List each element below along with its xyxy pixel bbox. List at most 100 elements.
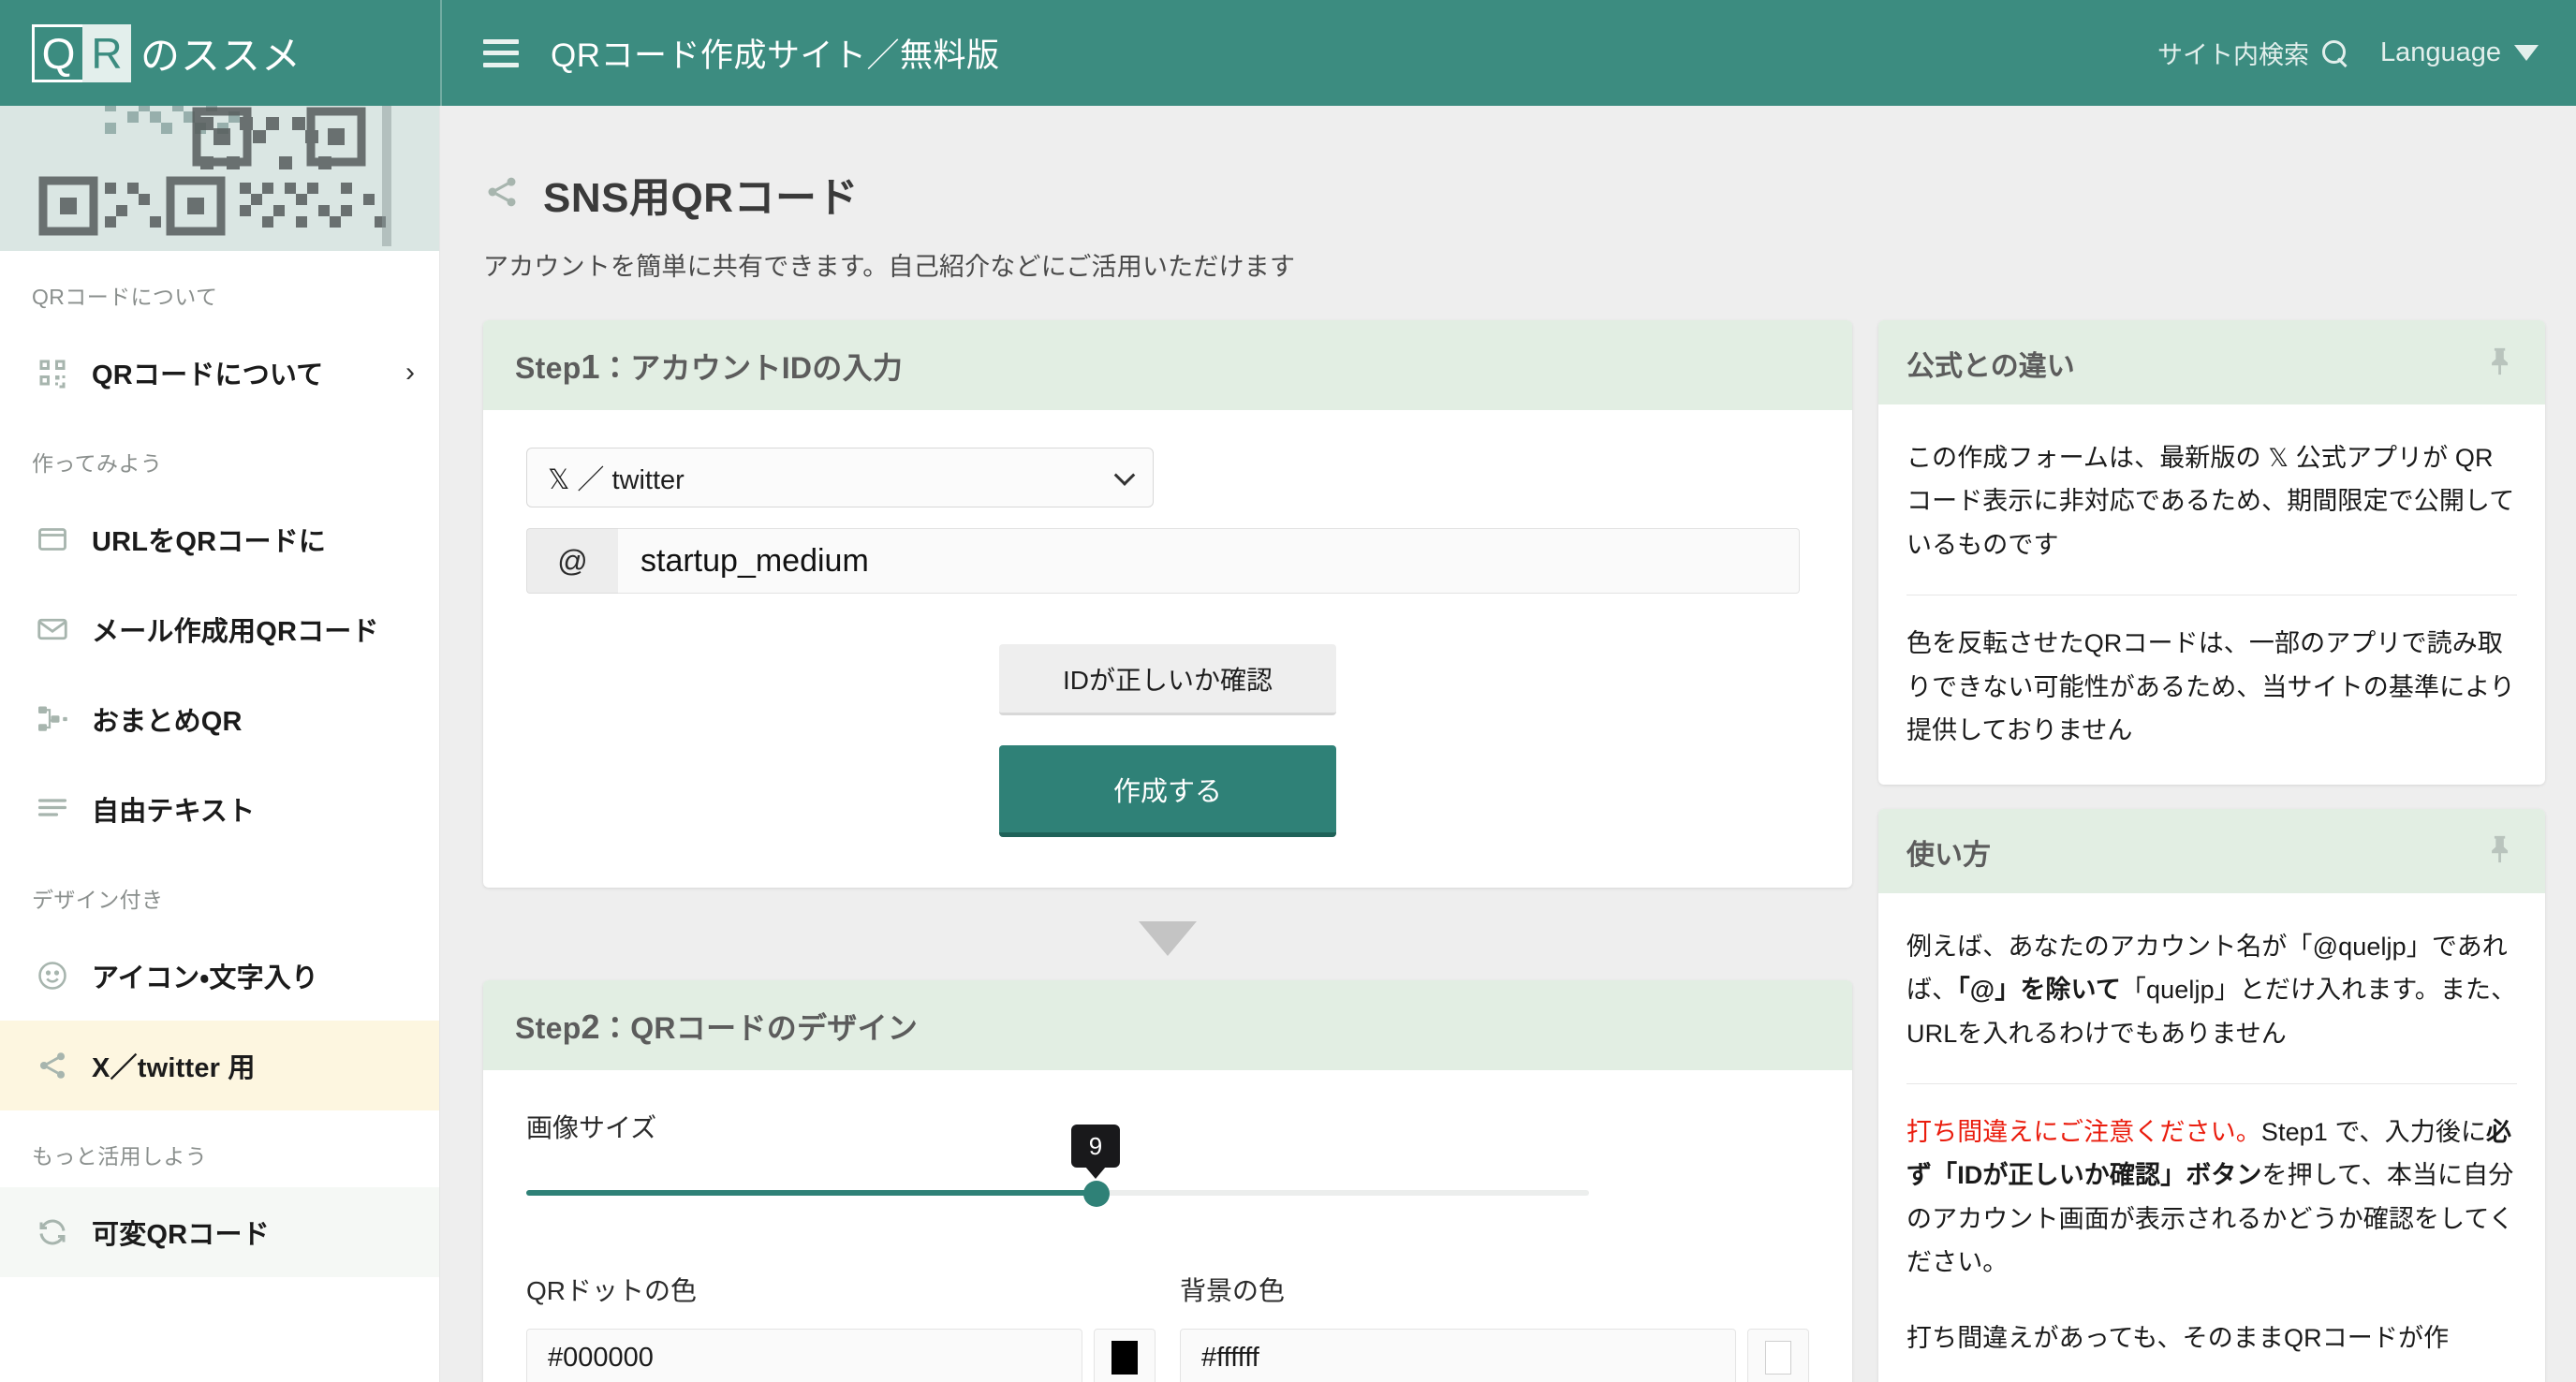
sidebar-item-label: メール作成用QRコード (92, 617, 379, 647)
usage-p2-part-a: Step1 で、入力後に (2260, 1117, 2487, 1146)
bg-color-swatch-button[interactable] (1747, 1329, 1809, 1382)
search-icon (2321, 39, 2348, 66)
sidebar-item-dynamic-qr[interactable]: 可変QRコード (0, 1187, 439, 1277)
step1-card: Step1：アカウントIDの入力 𝕏 ／ twitter @ startup_m… (483, 320, 1852, 888)
sidebar-item-bundle-qr[interactable]: おまとめQR (0, 674, 439, 764)
sidebar-group-label-create: 作ってみよう (32, 451, 163, 476)
share-nodes-icon (483, 173, 521, 215)
step1-buttons: IDが正しいか確認 作成する (526, 644, 1809, 837)
text-lines-icon (32, 792, 73, 826)
step-flow-arrow (483, 888, 1852, 980)
sidebar-group-label-more: もっと活用しよう (32, 1144, 208, 1169)
page-title: SNS用QRコード (483, 164, 2576, 224)
sidebar-item-label: おまとめQR (92, 707, 243, 737)
logo-letter-r: R (82, 23, 131, 82)
service-select-value: 𝕏 ／ twitter (548, 465, 684, 495)
sidebar-item-label: 自由テキスト (92, 797, 256, 827)
step2-title: Step2：QRコードのデザイン (515, 1005, 918, 1048)
refresh-sync-icon (32, 1215, 73, 1249)
sidebar-item-free-text[interactable]: 自由テキスト (0, 764, 439, 854)
page-head: SNS用QRコード アカウントを簡単に共有できます。自己紹介などにご活用いただけ… (441, 106, 2576, 283)
pushpin-icon[interactable] (2485, 833, 2517, 870)
usage-p1-part-b: 「@」を除いて (1957, 976, 2121, 1005)
bg-color-swatch (1765, 1341, 1791, 1375)
service-select[interactable]: 𝕏 ／ twitter (526, 448, 1154, 507)
step1-card-header: Step1：アカウントIDの入力 (483, 320, 1852, 410)
sidebar-item-label: QRコードについて (92, 360, 324, 390)
left-column: Step1：アカウントIDの入力 𝕏 ／ twitter @ startup_m… (483, 320, 1852, 1382)
qrcode-icon (32, 356, 73, 390)
official-difference-header: 公式との違い (1878, 320, 2545, 404)
language-label: Language (2379, 37, 2501, 67)
step2-step-label: QRコードのデザイン (630, 1011, 919, 1045)
usage-title: 使い方 (1906, 839, 1991, 871)
logo-letter-q: Q (32, 23, 82, 82)
step1-separator: ： (599, 351, 631, 385)
step1-step-word: Step (515, 351, 581, 385)
step2-card-body: 画像サイズ 9 QRドットの色 #000000 背景の色 #ffffff (483, 1070, 1852, 1382)
logo-zone[interactable]: Q R のススメ (0, 0, 440, 106)
dot-color-group: QRドットの色 #000000 (526, 1271, 1156, 1382)
sidebar-group-label-about: QRコードについて (32, 285, 218, 309)
site-search-button[interactable]: サイト内検索 (2157, 35, 2348, 71)
logo-wordmark: のススメ (140, 34, 302, 78)
step2-step-number: 2 (581, 1007, 600, 1046)
step2-card: Step2：QRコードのデザイン 画像サイズ 9 QRドットの色 #000000… (483, 980, 1852, 1382)
triangle-down-icon (1139, 921, 1197, 956)
language-selector[interactable]: Language (2380, 37, 2539, 68)
dot-color-input[interactable]: #000000 (526, 1329, 1082, 1382)
usage-paragraph-1: 例えば、あなたのアカウント名が「@queljp」であれば、「@」を除いて「que… (1906, 925, 2517, 1055)
account-id-input[interactable]: startup_medium (618, 528, 1800, 594)
sidebar: QRコードについて QRコードについて › 作ってみよう URLをQRコードに … (0, 106, 440, 1382)
browser-window-icon (32, 522, 73, 556)
create-button[interactable]: 作成する (999, 745, 1336, 837)
sidebar-item-label: 可変QRコード (92, 1220, 270, 1250)
logo-qr-mark: Q R (32, 23, 131, 82)
official-difference-panel: 公式との違い この作成フォームは、最新版の 𝕏 公式アプリが QRコード表示に非… (1878, 320, 2545, 785)
dot-color-swatch-button[interactable] (1094, 1329, 1156, 1382)
sidebar-item-mail-qr[interactable]: メール作成用QRコード (0, 584, 439, 674)
usage-body: 例えば、あなたのアカウント名が「@queljp」であれば、「@」を除いて「que… (1878, 893, 2545, 1382)
dot-color-label: QRドットの色 (526, 1276, 698, 1305)
step2-separator: ： (599, 1011, 631, 1045)
chevron-down-icon (2514, 45, 2539, 61)
usage-header: 使い方 (1878, 808, 2545, 893)
image-size-slider[interactable]: 9 (526, 1125, 1809, 1209)
slider-thumb[interactable] (1083, 1181, 1110, 1207)
sidebar-item-about-qr[interactable]: QRコードについて › (0, 328, 439, 418)
site-search-label: サイト内検索 (2156, 41, 2309, 69)
usage-paragraph-3: 打ち間違えがあっても、そのままQRコードが作 (1906, 1323, 2450, 1352)
step2-step-word: Step (515, 1011, 581, 1045)
step1-step-number: 1 (581, 347, 600, 386)
header-actions: サイト内検索 Language (2157, 35, 2576, 71)
step1-title: Step1：アカウントIDの入力 (515, 345, 903, 388)
step1-step-label: アカウントIDの入力 (630, 351, 904, 385)
chevron-down-icon (1113, 464, 1136, 486)
bg-color-input[interactable]: #ffffff (1180, 1329, 1736, 1382)
sidebar-item-url-to-qr[interactable]: URLをQRコードに (0, 494, 439, 584)
step2-card-header: Step2：QRコードのデザイン (483, 980, 1852, 1070)
usage-warning-text: 打ち間違えにご注意ください。 (1906, 1117, 2261, 1146)
site-logo[interactable]: Q R のススメ (32, 23, 302, 82)
hamburger-menu-icon[interactable] (483, 38, 519, 67)
at-sign-prefix: @ (526, 528, 618, 594)
chevron-right-icon: › (405, 357, 415, 388)
official-difference-body: この作成フォームは、最新版の 𝕏 公式アプリが QRコード表示に非対応であるため… (1878, 404, 2545, 785)
bg-color-group: 背景の色 #ffffff (1180, 1271, 1809, 1382)
step1-card-body: 𝕏 ／ twitter @ startup_medium IDが正しいか確認 作… (483, 410, 1852, 888)
slider-value-tooltip: 9 (1071, 1125, 1120, 1168)
sidebar-item-icon-text[interactable]: アイコン・文字入り (0, 931, 439, 1021)
sidebar-item-x-twitter[interactable]: X／twitter 用 (0, 1021, 439, 1110)
bg-color-label: 背景の色 (1180, 1276, 1286, 1305)
usage-paragraph-2: 打ち間違えにご注意ください。Step1 で、入力後に必ず「IDが正しいか確認」ボ… (1906, 1110, 2517, 1285)
sidebar-item-label: アイコン・文字入り (92, 963, 319, 993)
verify-id-button[interactable]: IDが正しいか確認 (999, 644, 1336, 715)
sidebar-group-label-design: デザイン付き (32, 888, 164, 912)
color-settings-row: QRドットの色 #000000 背景の色 #ffffff (526, 1271, 1809, 1382)
sidebar-item-label: X／twitter 用 (92, 1053, 256, 1083)
pushpin-icon[interactable] (2485, 346, 2517, 382)
image-size-label: 画像サイズ (526, 1113, 657, 1142)
official-difference-paragraph-1: この作成フォームは、最新版の 𝕏 公式アプリが QRコード表示に非対応であるため… (1906, 444, 2515, 559)
sidebar-item-label: URLをQRコードに (92, 527, 327, 557)
slider-fill (526, 1190, 1096, 1196)
